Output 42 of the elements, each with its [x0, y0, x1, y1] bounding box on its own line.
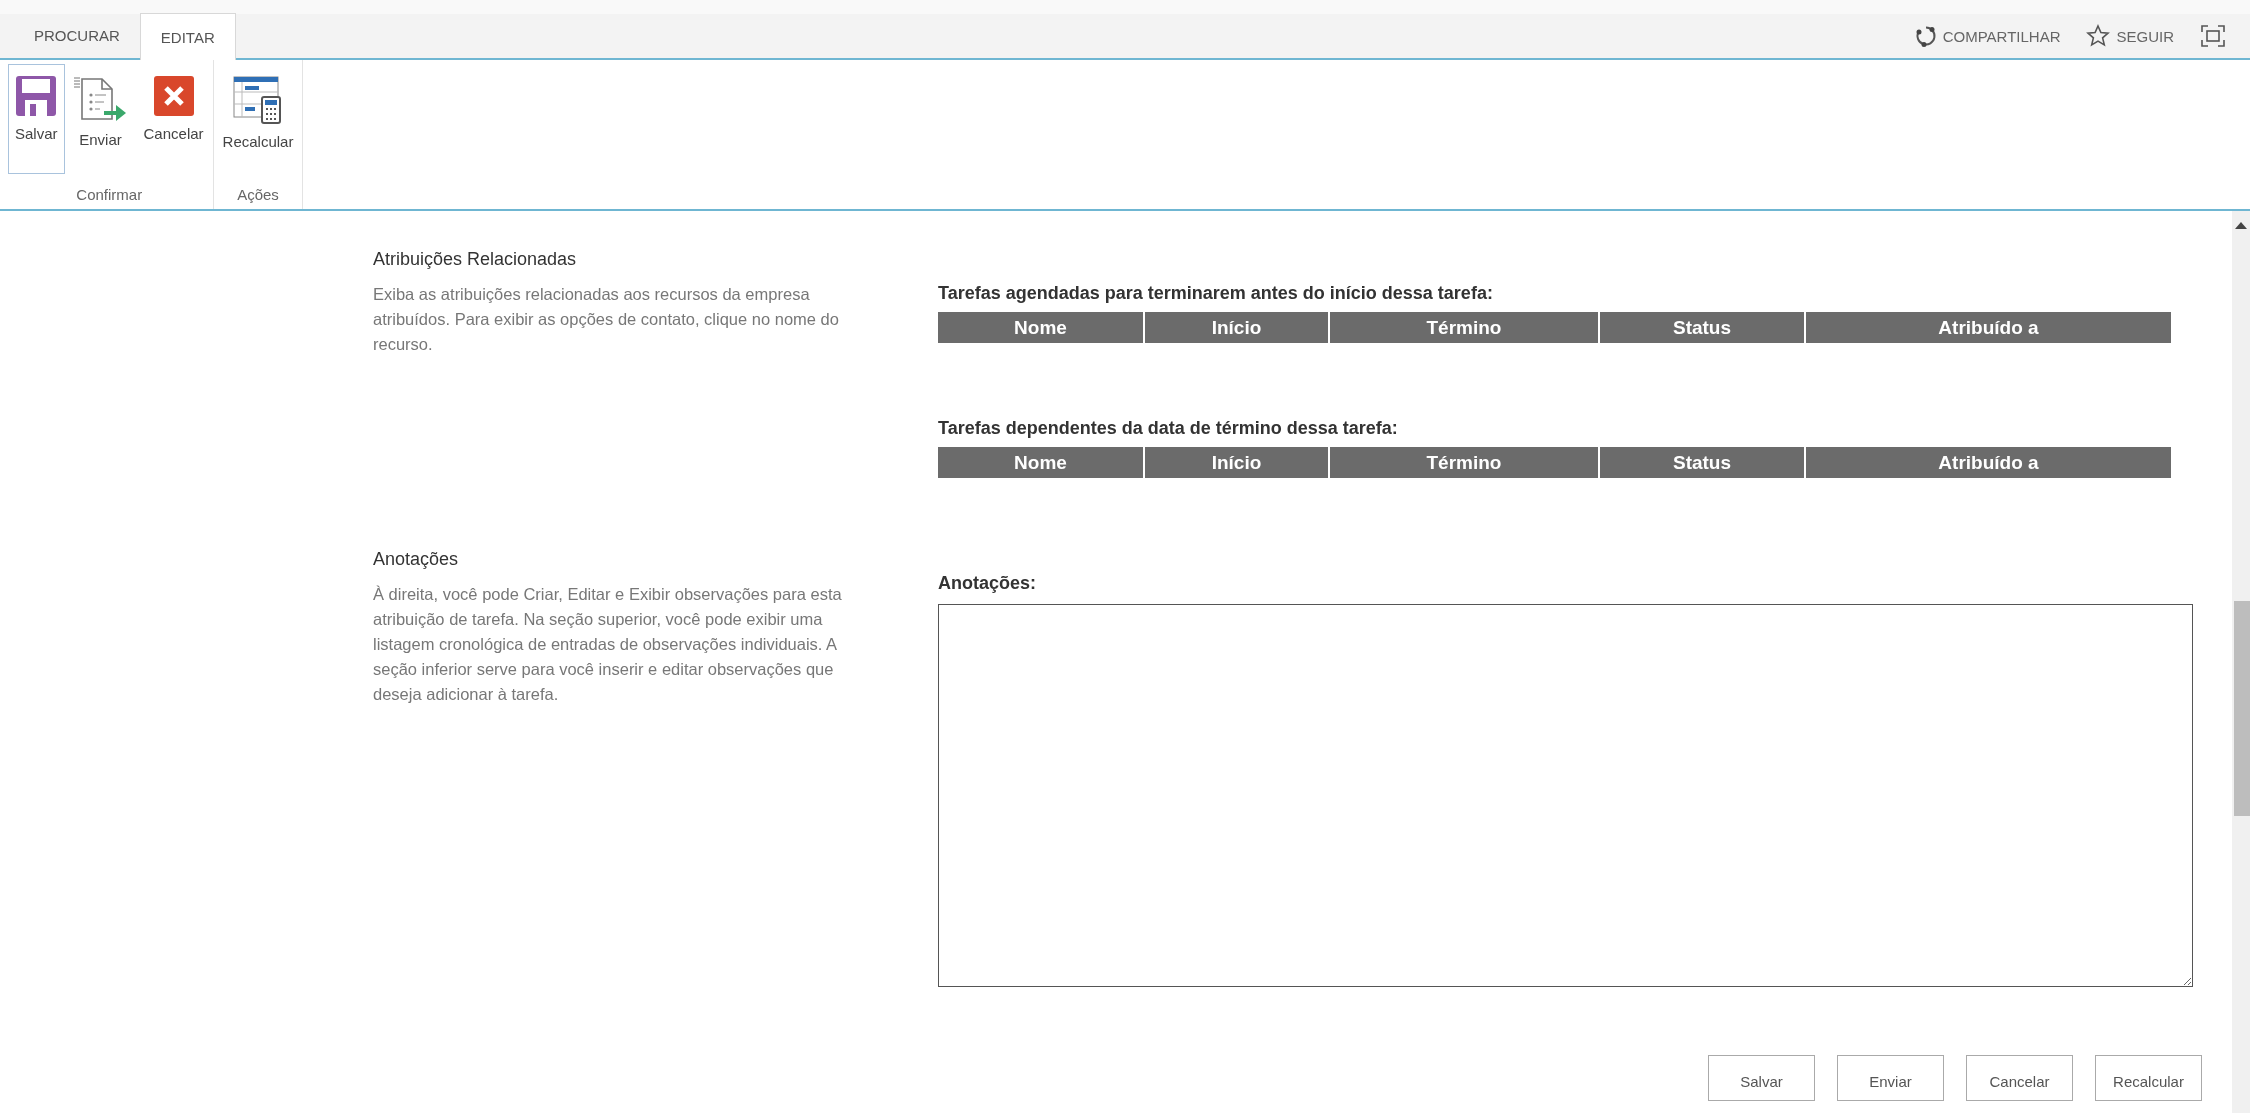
field-label: Anotações: — [938, 573, 1037, 594]
form-button[interactable]: Recalcular — [2095, 1055, 2202, 1101]
ribbon-button[interactable]: Salvar — [8, 64, 65, 174]
ribbon-tab[interactable]: EDITAR — [139, 13, 236, 60]
column-header: Status — [1600, 447, 1804, 478]
notes-field[interactable] — [938, 604, 2193, 987]
form-button[interactable]: Salvar — [1708, 1055, 1815, 1101]
table-title: Tarefas agendadas para terminarem antes do início dessa tarefa: — [938, 283, 1494, 304]
ribbon-tab[interactable]: PROCURAR — [14, 13, 140, 57]
column-header: Atribuído a — [1806, 447, 2171, 478]
column-header: Nome — [938, 447, 1143, 478]
column-header: Início — [1145, 312, 1328, 343]
column-header: Status — [1600, 312, 1804, 343]
column-header: Nome — [938, 312, 1143, 343]
section-description: Exiba as atribuições relacionadas aos recursos da empresa atribuídos. Para exibir as opções de contato, clique no nome do recurso. — [373, 284, 840, 355]
section-title: Anotações — [373, 549, 460, 570]
calculator-table-icon — [232, 75, 284, 125]
ribbon-button[interactable]: Enviar — [66, 64, 135, 174]
document-arrow-icon — [73, 75, 128, 123]
column-header: Término — [1330, 447, 1598, 478]
section-description: À direita, você pode Criar, Editar e Exibir observações para esta atribuição de tarefa. Na seção superior, você pode exibir uma listagem cronológica de entradas de observações individuais. A seção inferior serve para você inserir e editar observações que deseja adicionar à tarefa. — [373, 584, 843, 705]
ribbon-button[interactable]: Recalcular — [215, 64, 301, 174]
ribbon-group-label: Ações — [236, 185, 280, 205]
scrollbar[interactable] — [2232, 211, 2250, 1113]
focus-mode-icon[interactable] — [2200, 24, 2226, 48]
column-header: Início — [1145, 447, 1328, 478]
form-button[interactable]: Cancelar — [1966, 1055, 2073, 1101]
cancel-icon — [152, 75, 195, 117]
save-icon — [15, 75, 58, 117]
form-button[interactable]: Enviar — [1837, 1055, 1944, 1101]
share-icon — [1914, 25, 1937, 47]
column-header: Término — [1330, 312, 1598, 343]
ribbon-button[interactable]: Cancelar — [136, 64, 211, 174]
scroll-up-icon[interactable] — [2235, 221, 2247, 229]
top-action[interactable]: COMPARTILHAR — [1914, 25, 2061, 47]
section-title: Atribuições Relacionadas — [373, 249, 578, 270]
table-title: Tarefas dependentes da data de término dessa tarefa: — [938, 418, 1399, 439]
ribbon-group-label: Confirmar — [75, 185, 144, 205]
scroll-thumb[interactable] — [2234, 601, 2250, 816]
top-action[interactable]: SEGUIR — [2086, 24, 2174, 48]
column-header: Atribuído a — [1806, 312, 2171, 343]
star-icon — [2086, 24, 2111, 48]
